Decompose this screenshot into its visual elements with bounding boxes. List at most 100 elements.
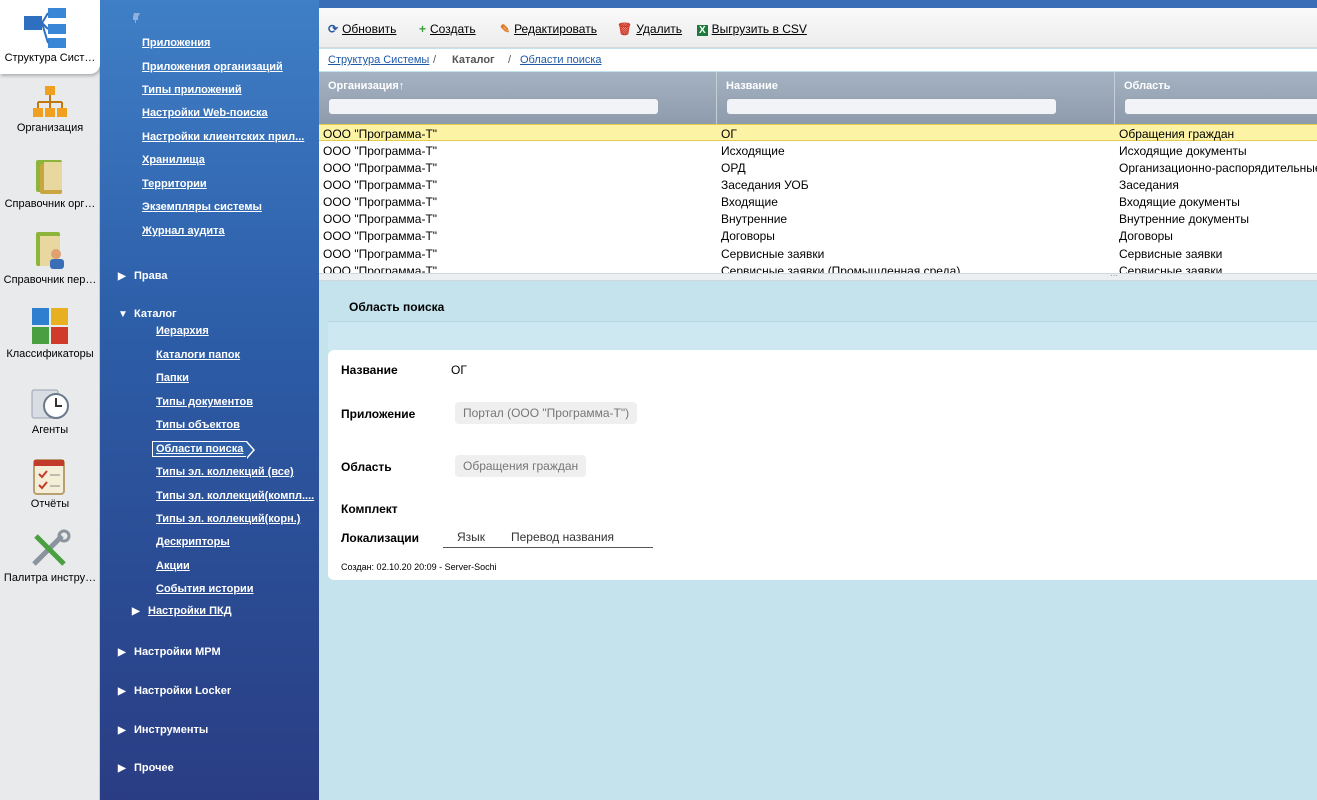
- cell-area: Внутренние документы: [1119, 212, 1250, 226]
- module-classifiers[interactable]: Классификаторы: [0, 304, 100, 362]
- refresh-button[interactable]: ⟳ Обновить: [328, 22, 396, 36]
- nav-link[interactable]: Приложения: [142, 37, 210, 49]
- button-label: Удалить: [636, 22, 683, 36]
- breadcrumb-root[interactable]: Структура Системы: [328, 54, 429, 66]
- module-sidebar: Структура Сист… Организация Справочник о…: [0, 0, 100, 800]
- column-header-area[interactable]: Область: [1124, 80, 1170, 92]
- breadcrumb-separator: /: [508, 54, 512, 66]
- nav-link[interactable]: Папки: [156, 372, 189, 384]
- module-tool-palette[interactable]: Палитра инстру…: [0, 528, 100, 586]
- expand-arrow-icon: ▶: [118, 271, 126, 282]
- column-separator[interactable]: [1114, 72, 1115, 124]
- name-label: Название: [341, 363, 398, 377]
- column-header-name[interactable]: Название: [726, 80, 778, 92]
- module-reports[interactable]: Отчёты: [0, 458, 100, 514]
- expand-arrow-icon: ▶: [118, 686, 126, 697]
- button-label: Создать: [430, 22, 476, 36]
- create-button[interactable]: + Создать: [419, 22, 476, 36]
- table-row[interactable]: ООО "Программа-Т" Договоры Договоры: [319, 227, 1317, 244]
- localizations-table-header: Язык Перевод названия: [443, 528, 653, 548]
- button-label: Обновить: [342, 22, 397, 36]
- nav-link[interactable]: Журнал аудита: [142, 225, 225, 237]
- nav-section-tools[interactable]: ▶ Инструменты: [118, 724, 208, 736]
- nav-link[interactable]: Типы эл. коллекций(компл....: [156, 490, 314, 502]
- application-label: Приложение: [341, 407, 416, 421]
- module-org-directory[interactable]: Справочник орг…: [0, 156, 100, 214]
- area-field[interactable]: Обращения граждан: [455, 455, 587, 477]
- expand-arrow-icon: ▶: [132, 606, 140, 617]
- nav-link[interactable]: Хранилища: [142, 154, 205, 166]
- table-row[interactable]: ООО "Программа-Т" Сервисные заявки Серви…: [319, 245, 1317, 262]
- table-row[interactable]: ООО "Программа-Т" Исходящие Исходящие до…: [319, 142, 1317, 159]
- nav-link-active[interactable]: Области поиска: [152, 441, 256, 459]
- nav-link[interactable]: Дескрипторы: [156, 536, 230, 548]
- nav-link[interactable]: Типы эл. коллекций (все): [156, 466, 294, 478]
- expand-arrow-icon: ▶: [118, 647, 126, 658]
- nav-link[interactable]: Экземпляры системы: [142, 201, 262, 213]
- cell-organization: ООО "Программа-Т": [323, 229, 438, 243]
- nav-section-other[interactable]: ▶ Прочее: [118, 762, 174, 774]
- nav-link[interactable]: Иерархия: [156, 325, 209, 337]
- cell-organization: ООО "Программа-Т": [323, 264, 438, 273]
- folder-book-icon: [36, 160, 62, 194]
- nav-section-locker[interactable]: ▶ Настройки Locker: [118, 685, 231, 697]
- module-agents[interactable]: Агенты: [0, 384, 100, 440]
- table-row[interactable]: ООО "Программа-Т" ОРД Организационно-рас…: [319, 159, 1317, 176]
- cell-organization: ООО "Программа-Т": [323, 212, 438, 226]
- area-label: Область: [341, 460, 392, 474]
- application-field[interactable]: Портал (ООО "Программа-Т"): [455, 402, 638, 424]
- name-filter-input[interactable]: [726, 98, 1057, 115]
- organization-filter-input[interactable]: [328, 98, 659, 115]
- column-header-translation[interactable]: Перевод названия: [511, 530, 614, 544]
- module-person-directory[interactable]: Справочник пер…: [0, 230, 100, 288]
- nav-section-rights[interactable]: ▶ Права: [118, 270, 167, 282]
- area-filter-input[interactable]: [1124, 98, 1317, 115]
- table-row-selected[interactable]: ООО "Программа-Т" ОГ Обращения граждан: [319, 124, 1317, 141]
- table-row[interactable]: ООО "Программа-Т" Внутренние Внутренние …: [319, 210, 1317, 227]
- cell-organization: ООО "Программа-Т": [323, 161, 438, 175]
- column-header-organization[interactable]: Организация↑: [328, 80, 404, 92]
- panel-splitter[interactable]: ⋯: [319, 271, 1317, 281]
- nav-link[interactable]: Типы приложений: [142, 84, 242, 96]
- breadcrumb-current[interactable]: Области поиска: [520, 54, 602, 66]
- nav-subsection-pkd[interactable]: ▶ Настройки ПКД: [132, 605, 232, 617]
- nav-link[interactable]: Типы эл. коллекций(корн.): [156, 513, 300, 525]
- clock-icon: [31, 389, 69, 419]
- nav-link[interactable]: Приложения организаций: [142, 61, 283, 73]
- cell-area: Договоры: [1119, 229, 1173, 243]
- export-csv-button[interactable]: X Выгрузить в CSV: [697, 22, 807, 36]
- module-label: Агенты: [31, 424, 69, 436]
- nav-section-catalog[interactable]: ▼ Каталог: [118, 308, 177, 320]
- column-separator[interactable]: [716, 72, 717, 124]
- table-row[interactable]: ООО "Программа-Т" Входящие Входящие доку…: [319, 193, 1317, 210]
- module-organization[interactable]: Организация: [0, 84, 100, 140]
- nav-link[interactable]: Настройки клиентских прил...: [142, 131, 304, 143]
- delete-button[interactable]: 🗑 Удалить: [617, 22, 682, 36]
- column-header-language[interactable]: Язык: [457, 530, 485, 544]
- nav-link[interactable]: События истории: [156, 583, 254, 595]
- cell-name: Сервисные заявки (Промышленная среда): [721, 264, 961, 273]
- nav-link[interactable]: Акции: [156, 560, 190, 572]
- nav-link[interactable]: Территории: [142, 178, 207, 190]
- table-row[interactable]: ООО "Программа-Т" Заседания УОБ Заседани…: [319, 176, 1317, 193]
- breadcrumb-middle: Каталог: [452, 54, 495, 66]
- nav-link[interactable]: Настройки Web-поиска: [142, 107, 268, 119]
- module-structure[interactable]: Структура Сист…: [0, 0, 100, 74]
- toolbar: ⟳ Обновить + Создать ✎ Редактировать 🗑 Удали…: [319, 8, 1317, 48]
- splitter-grip-icon: ⋯: [1110, 271, 1118, 280]
- detail-title-bar: Область поиска: [328, 290, 1317, 322]
- collapse-arrow-icon: ▼: [118, 309, 128, 320]
- nav-link[interactable]: Типы объектов: [156, 419, 240, 431]
- cell-organization: ООО "Программа-Т": [323, 144, 438, 158]
- pin-icon[interactable]: [130, 12, 142, 24]
- nav-link[interactable]: Каталоги папок: [156, 349, 240, 361]
- edit-button[interactable]: ✎ Редактировать: [500, 22, 597, 36]
- nav-section-label: Права: [134, 270, 168, 282]
- module-label: Справочник пер…: [3, 274, 97, 286]
- nav-section-mrm[interactable]: ▶ Настройки МРМ: [118, 646, 221, 658]
- table-row[interactable]: ООО "Программа-Т" Сервисные заявки (Пром…: [319, 262, 1317, 273]
- cell-organization: ООО "Программа-Т": [323, 195, 438, 209]
- cell-organization: ООО "Программа-Т": [323, 178, 438, 192]
- nav-link[interactable]: Типы документов: [156, 396, 253, 408]
- expand-arrow-icon: ▶: [118, 725, 126, 736]
